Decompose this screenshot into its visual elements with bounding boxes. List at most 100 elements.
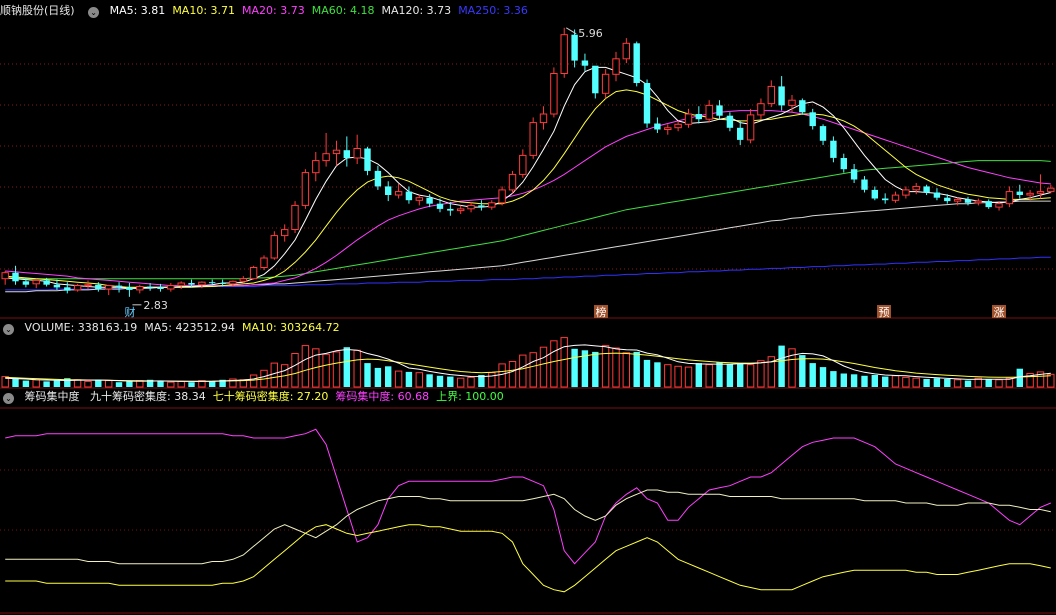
candle-body bbox=[394, 191, 403, 196]
candle-body bbox=[891, 194, 900, 201]
candle-body bbox=[529, 122, 537, 156]
event-tag-label: 榜 bbox=[596, 305, 607, 319]
volume-bar bbox=[871, 375, 878, 387]
candle bbox=[529, 117, 537, 159]
candle-body bbox=[219, 283, 226, 284]
candle-body bbox=[270, 235, 279, 259]
volume-panel-header: ⌄ VOLUME: 338163.19 MA5: 423512.94 MA10: 3… bbox=[0, 320, 354, 336]
candle bbox=[592, 65, 599, 99]
candle bbox=[902, 186, 910, 199]
event-tag: 财 bbox=[125, 305, 136, 319]
volume-ma5-line bbox=[5, 344, 1051, 382]
ma10-line bbox=[5, 89, 1051, 288]
candle-body bbox=[923, 186, 930, 193]
collapse-toggle-icon[interactable]: ⌄ bbox=[88, 7, 100, 18]
candle-body bbox=[716, 105, 723, 116]
collapse-toggle-icon[interactable]: ⌄ bbox=[3, 393, 14, 404]
candle-body bbox=[902, 189, 910, 196]
candle bbox=[850, 164, 858, 183]
candle-body bbox=[778, 86, 785, 106]
volume-bar bbox=[757, 360, 765, 388]
volume-bar bbox=[291, 353, 299, 388]
candle bbox=[498, 186, 506, 206]
candle bbox=[871, 186, 878, 201]
candle-body bbox=[105, 285, 113, 290]
volume-bar bbox=[177, 380, 185, 388]
volume-bar bbox=[850, 374, 858, 388]
volume-bar bbox=[726, 363, 734, 387]
volume-bar bbox=[809, 363, 816, 387]
candle bbox=[364, 146, 371, 176]
candle bbox=[643, 79, 651, 128]
candle bbox=[767, 80, 775, 108]
candle bbox=[385, 181, 392, 202]
candle-body bbox=[643, 83, 651, 124]
candle-body bbox=[332, 149, 341, 155]
volume-bar bbox=[684, 366, 693, 388]
volume-bar bbox=[902, 376, 910, 388]
candle-body bbox=[126, 287, 133, 290]
volume-bar bbox=[995, 379, 1003, 388]
candle bbox=[912, 182, 920, 195]
candle bbox=[312, 151, 320, 182]
candle bbox=[809, 108, 816, 130]
candle bbox=[757, 98, 765, 120]
event-tag: 涨 bbox=[992, 305, 1006, 319]
candle-body bbox=[73, 285, 82, 291]
candle bbox=[933, 188, 941, 201]
volume-bar bbox=[157, 381, 164, 387]
volume-bar bbox=[1016, 368, 1023, 387]
candle-body bbox=[374, 170, 382, 187]
candle-body bbox=[871, 189, 878, 199]
candle bbox=[519, 149, 527, 178]
candle bbox=[716, 100, 723, 120]
volume-bar bbox=[953, 379, 962, 388]
high-price-label: 5.96 bbox=[578, 27, 603, 40]
candle-body bbox=[1005, 191, 1014, 205]
candle bbox=[840, 153, 847, 173]
volume-bar bbox=[716, 362, 723, 387]
candle bbox=[488, 200, 496, 210]
candle-body bbox=[498, 189, 506, 204]
volume-bar bbox=[830, 371, 837, 387]
volume-bar bbox=[964, 380, 972, 387]
candle-body bbox=[985, 201, 992, 208]
volume-bar bbox=[457, 377, 465, 388]
volume-bar bbox=[923, 379, 930, 387]
candle-body bbox=[705, 104, 713, 120]
candle-body bbox=[819, 126, 827, 141]
volume-bar bbox=[115, 382, 123, 387]
candle bbox=[467, 201, 475, 213]
candle-body bbox=[364, 148, 371, 171]
candle-body bbox=[53, 284, 61, 288]
candle bbox=[260, 255, 268, 271]
indicator-label: MA20: 3.73 bbox=[242, 4, 305, 17]
candle bbox=[64, 282, 71, 294]
volume-bar bbox=[270, 362, 279, 388]
volume-bar bbox=[322, 353, 330, 388]
indicator-label: MA10: 3.71 bbox=[172, 4, 236, 17]
volume-bar bbox=[601, 345, 610, 388]
indicator-label: MA250: 3.36 bbox=[458, 4, 528, 17]
candle-body bbox=[757, 103, 765, 116]
volume-bars bbox=[1, 337, 1055, 388]
candle bbox=[622, 38, 630, 64]
volume-bar bbox=[985, 379, 992, 387]
candle bbox=[415, 195, 424, 206]
candle bbox=[126, 283, 133, 297]
candle-body bbox=[136, 286, 144, 291]
indicator-label: MA120: 3.73 bbox=[381, 4, 452, 17]
candle bbox=[1, 270, 9, 285]
candle-body bbox=[508, 173, 517, 191]
candle-body bbox=[436, 203, 444, 209]
candle bbox=[177, 281, 185, 290]
candle-body bbox=[953, 198, 962, 202]
candle-body bbox=[850, 169, 858, 180]
collapse-toggle-icon[interactable]: ⌄ bbox=[3, 324, 14, 335]
low-price-label: 2.83 bbox=[143, 299, 168, 312]
volume-bar bbox=[508, 361, 517, 388]
stock-title: 顺钠股份(日线) bbox=[0, 4, 75, 17]
candle bbox=[571, 29, 578, 68]
volume-bar bbox=[746, 364, 755, 388]
volume-bar bbox=[539, 346, 548, 388]
